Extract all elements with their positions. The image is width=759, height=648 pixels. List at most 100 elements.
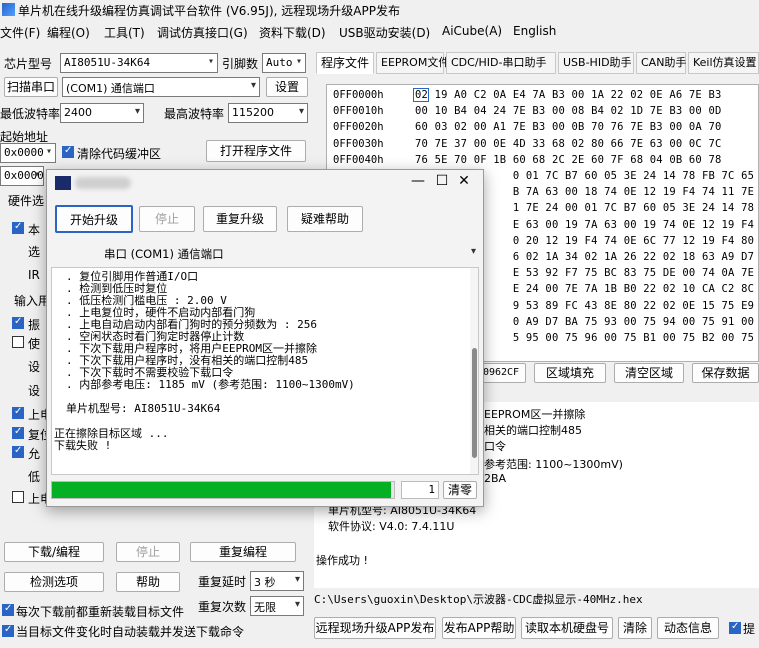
start-upgrade-button[interactable]: 开始升级 <box>55 205 133 233</box>
port-select[interactable]: (COM1) 通信端口 <box>62 77 260 97</box>
dynamic-info-button[interactable]: 动态信息 <box>657 617 719 639</box>
tab-usb-hid[interactable]: USB-HID助手 <box>558 52 634 74</box>
dialog-log-line: . 内部参考电压: 1185 mV (参考范围: 1100~1300mV) <box>66 378 355 391</box>
auto-reload-checkbox[interactable] <box>2 624 14 637</box>
repeat-count-select[interactable]: 无限 <box>250 596 304 616</box>
hex-cursor <box>413 88 429 102</box>
tab-keil-sim[interactable]: Keil仿真设置 <box>688 52 759 74</box>
max-baud-select[interactable]: 115200 <box>228 103 308 123</box>
reset-counter-button[interactable]: 清零 <box>443 481 477 499</box>
upgrade-dialog: — ☐ ✕ 开始升级 停止 重复升级 疑难帮助 串口 (COM1) 通信端口 .… <box>46 169 484 507</box>
pin-select[interactable]: Auto <box>262 53 306 73</box>
clear-buffer-label: 清除代码缓冲区 <box>77 147 162 161</box>
log-line: 软件协议: V4.0: 7.4.11U <box>328 520 455 533</box>
option-checkbox-1[interactable] <box>12 221 24 234</box>
dialog-port-select[interactable]: 串口 (COM1) 通信端口 <box>101 244 479 264</box>
hex-address: 0FF0030h <box>333 137 384 150</box>
clear-button[interactable]: 清除 <box>618 617 652 639</box>
reload-each-label: 每次下载前都重新装载目标文件 <box>16 605 185 619</box>
scrollbar-thumb[interactable] <box>472 348 477 458</box>
hex-address: 0FF0020h <box>333 121 384 134</box>
option-label-4: 输入用 <box>14 294 51 308</box>
dialog-stop-button[interactable]: 停止 <box>139 206 195 232</box>
open-program-button[interactable]: 打开程序文件 <box>206 140 306 162</box>
scan-port-button[interactable]: 扫描串口 <box>4 77 58 97</box>
settings-button[interactable]: 设置 <box>266 77 308 97</box>
min-baud-label: 最低波特率 <box>0 107 61 121</box>
clear-area-button[interactable]: 清空区域 <box>614 363 684 383</box>
app-icon <box>2 3 15 16</box>
tab-can[interactable]: CAN助手 <box>636 52 686 74</box>
option-label-11: 允 <box>28 447 41 461</box>
menu-usb-driver[interactable]: USB驱动安装(D) <box>339 24 430 41</box>
prompt-checkbox[interactable] <box>729 621 741 634</box>
chip-select[interactable]: AI8051U-34K64 <box>60 53 218 73</box>
start-address-input[interactable]: 0x0000 <box>0 143 56 163</box>
hex-address: 0FF0010h <box>333 105 384 118</box>
repeat-upgrade-button[interactable]: 重复升级 <box>203 206 277 232</box>
log-line: EEPROM区一并擦除 <box>484 408 586 421</box>
dialog-title-redacted <box>75 177 131 189</box>
hex-bytes[interactable]: 00 10 B4 04 24 7E B3 00 08 B4 02 1D 7E B… <box>415 105 722 117</box>
log-line: 口令 <box>484 440 506 453</box>
help-button[interactable]: 帮助 <box>116 572 180 592</box>
address2-input[interactable]: 0x0000 <box>0 166 44 186</box>
publish-help-button[interactable]: 发布APP帮助 <box>442 617 516 639</box>
option-label-7: 设 <box>28 360 41 374</box>
log-line: 操作成功 ! <box>316 554 368 567</box>
maximize-icon[interactable]: ☐ <box>431 173 453 189</box>
repeat-count-label: 重复次数 <box>198 600 247 614</box>
menu-downloads[interactable]: 资料下载(D) <box>259 24 326 41</box>
min-baud-select[interactable]: 2400 <box>60 103 144 123</box>
prompt-label: 提 <box>743 622 756 636</box>
menu-debug[interactable]: 调试仿真接口(G) <box>157 24 248 41</box>
auto-reload-label: 当目标文件变化时自动装载并发送下载命令 <box>16 625 245 639</box>
menu-bar: 文件(F) 编程(O) 工具(T) 调试仿真接口(G) 资料下载(D) USB驱… <box>0 20 759 42</box>
read-disk-id-button[interactable]: 读取本机硬盘号 <box>521 617 613 639</box>
log-line: 2BA <box>484 472 507 485</box>
stop-button[interactable]: 停止 <box>116 542 180 562</box>
hex-address: 0FF0040h <box>333 153 384 166</box>
option-label-6: 使 <box>28 337 41 351</box>
option-label-12: 低 <box>28 470 41 484</box>
menu-english[interactable]: English <box>513 24 556 38</box>
option-label-2: 选 <box>28 245 41 259</box>
tab-eeprom-file[interactable]: EEPROM文件 <box>376 52 449 74</box>
menu-tools[interactable]: 工具(T) <box>104 24 145 41</box>
hex-bytes[interactable]: 02 19 A0 C2 0A E4 7A B3 00 1A 22 02 0E A… <box>415 89 722 101</box>
minimize-icon[interactable]: — <box>407 173 429 189</box>
repeat-program-button[interactable]: 重复编程 <box>190 542 296 562</box>
menu-aicube[interactable]: AiCube(A) <box>442 24 502 38</box>
menu-file[interactable]: 文件(F) <box>0 24 40 41</box>
save-data-button[interactable]: 保存数据 <box>692 363 759 383</box>
repeat-delay-select[interactable]: 3 秒 <box>250 571 304 591</box>
upgrade-progress-bar <box>51 481 395 499</box>
dialog-log-line: 下载失败 ! <box>54 439 112 452</box>
tab-program-file[interactable]: 程序文件 <box>316 52 374 74</box>
close-icon[interactable]: ✕ <box>453 173 475 189</box>
reload-each-checkbox[interactable] <box>2 603 14 616</box>
hex-bytes[interactable]: 60 03 02 00 A1 7E B3 00 0B 70 76 7E B3 0… <box>415 121 722 133</box>
option-checkbox-6[interactable] <box>12 336 24 348</box>
max-baud-label: 最高波特率 <box>164 107 225 121</box>
dialog-log-line: 单片机型号: AI8051U-34K64 <box>66 402 221 415</box>
dialog-log-scrollbar[interactable] <box>470 268 478 474</box>
tab-cdc-serial[interactable]: CDC/HID-串口助手 <box>446 52 556 74</box>
option-label-5: 振 <box>28 318 41 332</box>
log-line: 相关的端口控制485 <box>484 424 582 437</box>
option-checkbox-5[interactable] <box>12 316 24 329</box>
hex-bytes[interactable]: 70 7E 37 00 0E 4D 33 68 02 80 66 7E 63 0… <box>415 138 722 150</box>
faq-button[interactable]: 疑难帮助 <box>287 206 363 232</box>
clear-buffer-checkbox[interactable] <box>62 145 74 158</box>
option-checkbox-9[interactable] <box>12 406 24 419</box>
publish-app-button[interactable]: 远程现场升级APP发布 <box>314 617 436 639</box>
option-checkbox-10[interactable] <box>12 426 24 439</box>
menu-program[interactable]: 编程(O) <box>47 24 90 41</box>
fill-area-button[interactable]: 区域填充 <box>534 363 606 383</box>
window-title: 单片机在线升级编程仿真调试平台软件 (V6.95J), 远程现场升级APP发布 <box>18 4 400 18</box>
option-checkbox-13[interactable] <box>12 491 24 503</box>
check-options-button[interactable]: 检测选项 <box>4 572 104 592</box>
hex-bytes[interactable]: 76 5E 70 0F 1B 60 68 2C 2E 60 7F 68 04 0… <box>415 154 722 166</box>
download-button[interactable]: 下载/编程 <box>4 542 104 562</box>
option-checkbox-11[interactable] <box>12 445 24 458</box>
